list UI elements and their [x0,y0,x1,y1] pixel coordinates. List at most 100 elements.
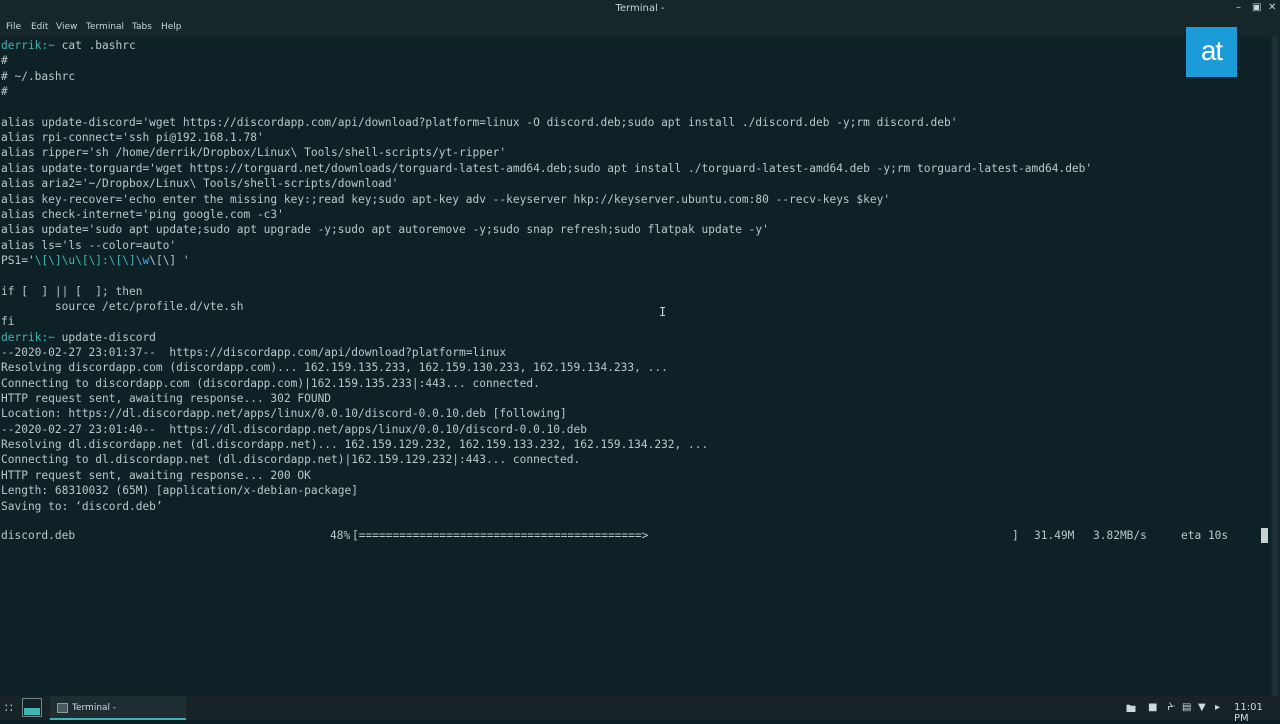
progress-size: 31.49M [1034,529,1075,542]
terminal-line: alias ls='ls --color=auto' [1,238,176,253]
line-text: # ~/.bashrc [1,69,76,83]
line-text: alias aria2='~/Dropbox/Linux\ Tools/shel… [1,177,399,191]
bluetooth-icon[interactable]: ᔲ [1167,702,1175,713]
progress-percent: 48% [330,529,351,542]
line-text: # [1,85,8,99]
terminal-line: Length: 68310032 (65M) [application/x-de… [1,483,358,498]
workspace-switcher[interactable] [22,698,42,717]
terminal-line: fi [1,314,14,329]
close-icon[interactable]: ✕ [1268,2,1276,13]
menu-bar: File Edit View Terminal Tabs Help [0,18,1280,37]
progress-bar: [=======================================… [352,529,649,542]
shell-command: cat .bashrc [54,39,136,52]
progress-filename: discord.deb [1,529,76,542]
line-text: --2020-02-27 23:01:40-- https://dl.disco… [1,422,587,436]
line-text: Resolving dl.discordapp.net (dl.discorda… [1,438,709,452]
addictive-tips-logo: at [1186,27,1237,77]
line-text: Connecting to dl.discordapp.net (dl.disc… [1,453,581,467]
line-text: alias check-internet='ping google.com -c… [1,207,284,221]
ps1-part-dir: \w [135,253,150,267]
clipboard-icon[interactable]: ▤ [1182,702,1191,713]
terminal-line: HTTP request sent, awaiting response... … [1,468,311,483]
shell-command: update-discord [54,330,156,344]
window-title: Terminal - [615,3,665,14]
menu-file[interactable]: File [6,22,21,32]
terminal-line: Location: https://dl.discordapp.net/apps… [1,406,567,421]
menu-view[interactable]: View [56,22,77,32]
progress-speed: 3.82MB/s [1093,529,1147,542]
terminal-line: alias update='sudo apt update;sudo apt u… [1,222,769,237]
line-text: HTTP request sent, awaiting response... … [1,392,332,406]
terminal-line: derrik:~ update-discord [1,330,156,345]
line-text: alias update-torguard='wget https://torg… [1,161,1093,175]
terminal-line: Resolving discordapp.com (discordapp.com… [1,360,668,375]
maximize-icon[interactable]: ▣ [1252,2,1261,13]
progress-eta: eta 10s [1181,529,1229,542]
workspace-active-icon [24,708,40,715]
ps1-part-prefix: PS1=' [1,253,35,267]
terminal-line: source /etc/profile.d/vte.sh [1,299,244,314]
line-text: alias update='sudo apt update;sudo apt u… [1,223,769,237]
taskbar-item-label: Terminal - [72,703,117,713]
line-text: Location: https://dl.discordapp.net/apps… [1,407,567,421]
clock[interactable]: 11:01 PM [1234,702,1280,724]
ps1-part-user: \[\]\u\[\]:\[\] [34,253,136,267]
menu-edit[interactable]: Edit [31,22,48,32]
wifi-icon[interactable]: ▼ [1198,702,1206,713]
line-text: alias update-discord='wget https://disco… [1,115,958,129]
terminal-line: derrik:~ cat .bashrc [1,38,136,53]
menu-tabs[interactable]: Tabs [132,22,152,32]
line-text: # [1,54,8,68]
terminal-line: HTTP request sent, awaiting response... … [1,391,331,406]
volume-icon[interactable]: ▸ [1215,702,1220,713]
text-cursor-icon: I [659,305,667,319]
window-titlebar: Terminal - – ▣ ✕ [0,0,1280,18]
terminal-line: alias check-internet='ping google.com -c… [1,207,284,222]
progress-bar-end: ] [1012,529,1019,542]
line-text: Saving to: ‘discord.deb’ [1,499,163,513]
line-text: alias ripper='sh /home/derrik/Dropbox/Li… [1,146,507,160]
terminal-line: # ~/.bashrc [1,69,75,84]
line-text: alias rpi-connect='ssh pi@192.168.1.78' [1,131,264,145]
line-text: if [ ] || [ ]; then [1,284,143,298]
terminal-output[interactable]: derrik:~ cat .bashrc # # ~/.bashrc # alias u… [0,37,1270,696]
line-text: source /etc/profile.d/vte.sh [1,299,244,313]
camera-icon[interactable]: ■ [1148,702,1157,713]
line-text: alias ls='ls --color=auto' [1,238,177,252]
terminal-line: Connecting to dl.discordapp.net (dl.disc… [1,452,580,467]
terminal-line: # [1,84,8,99]
terminal-line: --2020-02-27 23:01:37-- https://discorda… [1,345,506,360]
menu-help[interactable]: Help [161,22,182,32]
menu-terminal[interactable]: Terminal [86,22,124,32]
terminal-line: Saving to: ‘discord.deb’ [1,499,163,514]
terminal-line: alias update-discord='wget https://disco… [1,115,957,130]
taskbar: ∷ Terminal - 🖿 ■ ᔲ ▤ ▼ ▸ 11:01 PM [0,696,1280,724]
line-text: Connecting to discordapp.com (discordapp… [1,376,540,390]
line-text: --2020-02-27 23:01:37-- https://discorda… [1,346,507,359]
terminal-line: alias ripper='sh /home/derrik/Dropbox/Li… [1,145,506,160]
taskbar-item-terminal[interactable]: Terminal - [50,696,186,720]
terminal-line: --2020-02-27 23:01:40-- https://dl.disco… [1,422,587,437]
ps1-part-suffix: \[\] ' [149,253,190,267]
terminal-line: # [1,53,8,68]
terminal-line: alias update-torguard='wget https://torg… [1,161,1092,176]
terminal-line: alias aria2='~/Dropbox/Linux\ Tools/shel… [1,176,398,191]
terminal-line: if [ ] || [ ]; then [1,284,142,299]
terminal-scrollbar[interactable] [1270,37,1280,696]
terminal-icon [57,703,68,713]
line-text: fi [1,315,15,329]
line-text: Length: 68310032 (65M) [application/x-de… [1,484,358,498]
terminal-line: Resolving dl.discordapp.net (dl.discorda… [1,437,708,452]
terminal-line: alias key-recover='echo enter the missin… [1,192,890,207]
shell-prompt: derrik:~ [1,330,55,344]
shell-prompt: derrik:~ [1,39,55,52]
minimize-icon[interactable]: – [1236,2,1241,13]
line-text: alias key-recover='echo enter the missin… [1,192,891,206]
app-launcher-icon[interactable]: ∷ [5,701,13,715]
folder-icon[interactable]: 🖿 [1126,702,1136,719]
line-text: Resolving discordapp.com (discordapp.com… [1,361,668,375]
terminal-cursor [1261,528,1268,543]
terminal-line: PS1='\[\]\u\[\]:\[\]\w\[\] ' [1,253,190,268]
scrollbar-thumb[interactable] [1272,37,1278,696]
line-text: HTTP request sent, awaiting response... … [1,468,311,482]
